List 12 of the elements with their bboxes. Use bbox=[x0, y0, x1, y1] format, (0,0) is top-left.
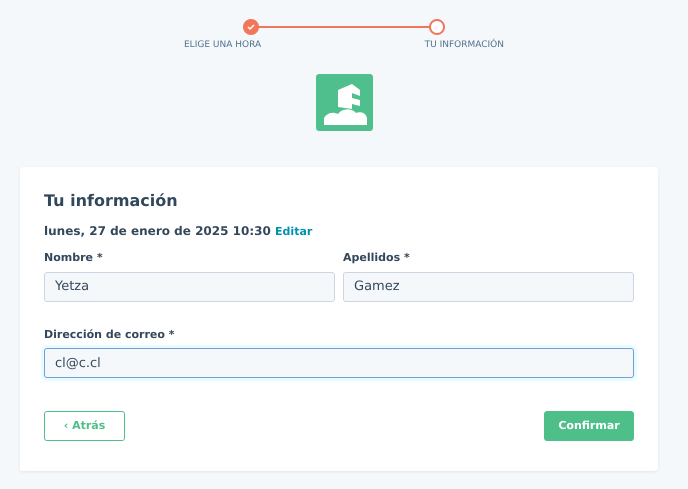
step-label: ELIGE UNA HORA bbox=[184, 39, 262, 52]
text-field[interactable]: Gamez bbox=[343, 272, 634, 302]
text-field[interactable]: Yetza bbox=[44, 272, 335, 302]
logo-icon bbox=[316, 74, 372, 130]
field-label: Apellidos * bbox=[343, 250, 411, 266]
field-label: Nombre * bbox=[44, 250, 104, 266]
edit-link[interactable]: Editar bbox=[275, 224, 312, 238]
step-label: TU INFORMACIÓN bbox=[424, 39, 504, 52]
appointment-datetime: lunes, 27 de enero de 2025 10:30 bbox=[44, 224, 271, 238]
form-title: Tu información bbox=[44, 190, 179, 210]
text-field[interactable]: cl@c.cl bbox=[44, 348, 634, 378]
field-label: Dirección de correo * bbox=[44, 326, 176, 343]
